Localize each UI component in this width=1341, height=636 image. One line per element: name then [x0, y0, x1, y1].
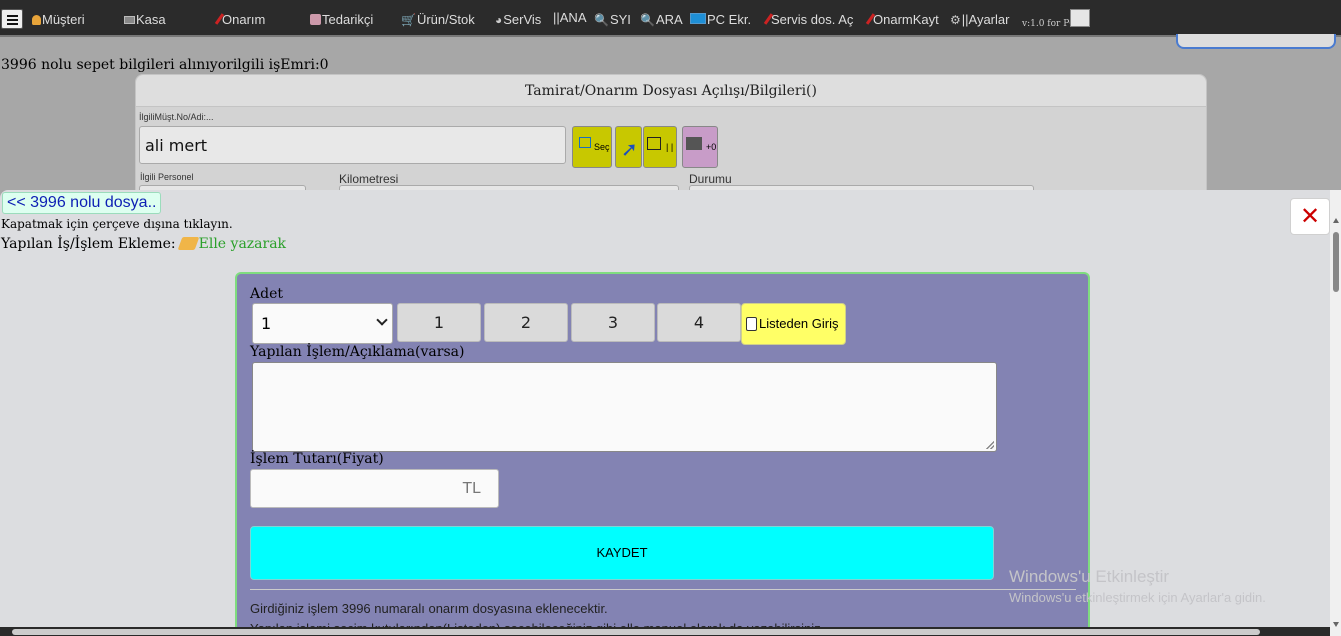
hscroll-thumb[interactable]	[12, 629, 1260, 635]
nav-ayarlar[interactable]: ⚙||Ayarlar	[950, 12, 1009, 27]
qty-button-4[interactable]: 4	[657, 303, 741, 342]
nav-tedarikci[interactable]: Tedarikçi	[310, 12, 373, 27]
link-button[interactable]: ➚	[615, 126, 642, 168]
work-entry-form: Adet 1 1 2 3 4 Listeden Giriş Yapılan İş…	[235, 272, 1090, 636]
search-icon: 🔍	[640, 13, 655, 27]
qty-button-2[interactable]: 2	[484, 303, 568, 342]
pencil-icon	[177, 237, 199, 250]
version-label: v:1.0 for PC	[1022, 19, 1077, 29]
add-work-line: Yapılan İş/İşlem Ekleme: Elle yazarak	[1, 236, 287, 252]
photo-button[interactable]: +0	[682, 126, 718, 168]
customer-label: İlgiliMüşt.No/Adi:...	[139, 112, 214, 122]
supplier-icon	[310, 14, 321, 25]
search-icon: 🔍	[594, 13, 609, 27]
divider	[250, 589, 1076, 590]
scroll-down-icon[interactable]	[1333, 622, 1339, 627]
list-entry-button[interactable]: Listeden Giriş	[741, 303, 846, 345]
vertical-scrollbar[interactable]	[1330, 190, 1341, 636]
personnel-label: İlgili Personel	[140, 172, 194, 182]
qty-select[interactable]: 1	[252, 303, 393, 344]
logo-image	[1070, 9, 1090, 27]
windows-activation-watermark: Windows'u Etkinleştir Windows'u etkinleş…	[1009, 567, 1266, 605]
back-to-file-link[interactable]: << 3996 nolu dosya..	[2, 192, 162, 214]
close-button[interactable]: ✕	[1290, 198, 1330, 235]
cart-icon: 🛒	[401, 13, 416, 27]
scroll-thumb[interactable]	[1333, 232, 1339, 292]
nav-urun-stok[interactable]: 🛒Ürün/Stok	[401, 12, 475, 27]
gear-icon: ⚙	[950, 13, 961, 27]
save-button[interactable]: KAYDET	[250, 526, 994, 580]
floating-action-button[interactable]	[1176, 34, 1336, 49]
nav-onarm-kayt[interactable]: OnarmKayt	[865, 12, 939, 27]
status-label: Durumu	[689, 172, 732, 186]
nav-servis[interactable]: ◕SerVis	[495, 12, 541, 27]
manual-entry-link[interactable]: Elle yazarak	[199, 236, 286, 252]
nav-servis-dos-ac[interactable]: Servis dos. Aç	[763, 12, 853, 27]
list-icon	[647, 137, 661, 150]
service-icon: ◕	[495, 13, 503, 27]
price-input[interactable]: TL	[250, 469, 499, 508]
horizontal-scrollbar[interactable]	[0, 627, 1330, 636]
nav-pc-ekr[interactable]: PC Ekr.	[690, 12, 751, 27]
resize-handle[interactable]	[986, 441, 994, 449]
qty-button-3[interactable]: 3	[571, 303, 655, 342]
select-customer-button[interactable]: Seç	[572, 126, 612, 168]
qty-button-1[interactable]: 1	[397, 303, 481, 342]
close-hint: Kapatmak için çerçeve dışına tıklayın.	[1, 217, 233, 231]
top-navigation: Müşteri Kasa Onarım Tedarikçi 🛒Ürün/Stok…	[0, 0, 1341, 37]
price-label: İşlem Tutarı(Fiyat)	[250, 451, 384, 467]
arrow-icon: ➚	[621, 139, 638, 161]
nav-ana[interactable]: ||ANA	[553, 10, 586, 25]
info-text-1: Girdiğiniz işlem 3996 numaralı onarım do…	[250, 601, 608, 616]
image-icon	[686, 137, 702, 150]
status-text: 3996 nolu sepet bilgileri alınıyorilgili…	[1, 57, 329, 73]
desc-textarea[interactable]	[252, 362, 997, 452]
km-label: Kilometresi	[339, 172, 399, 186]
scroll-up-icon[interactable]	[1333, 218, 1339, 223]
desc-label: Yapılan İşlem/Açıklama(varsa)	[250, 344, 465, 360]
nav-kasa[interactable]: Kasa	[124, 12, 166, 27]
chevron-down-icon	[376, 314, 388, 326]
customer-input[interactable]: ali mert	[139, 126, 566, 164]
cash-icon	[124, 16, 135, 24]
list-button[interactable]: | |	[643, 126, 677, 168]
monitor-icon	[690, 13, 706, 24]
nav-onarim[interactable]: Onarım	[214, 12, 265, 27]
nav-musteri[interactable]: Müşteri	[32, 12, 85, 27]
qty-label: Adet	[250, 286, 283, 302]
clipboard-icon	[746, 317, 757, 331]
check-icon	[579, 137, 591, 148]
user-icon	[32, 15, 41, 25]
menu-icon[interactable]	[1, 9, 23, 29]
nav-ara[interactable]: 🔍ARA	[640, 12, 683, 27]
repair-file-panel: Tamirat/Onarım Dosyası Açılışı/Bilgileri…	[135, 74, 1207, 205]
nav-syi[interactable]: 🔍SYI	[594, 12, 631, 27]
panel-title: Tamirat/Onarım Dosyası Açılışı/Bilgileri…	[136, 75, 1206, 107]
